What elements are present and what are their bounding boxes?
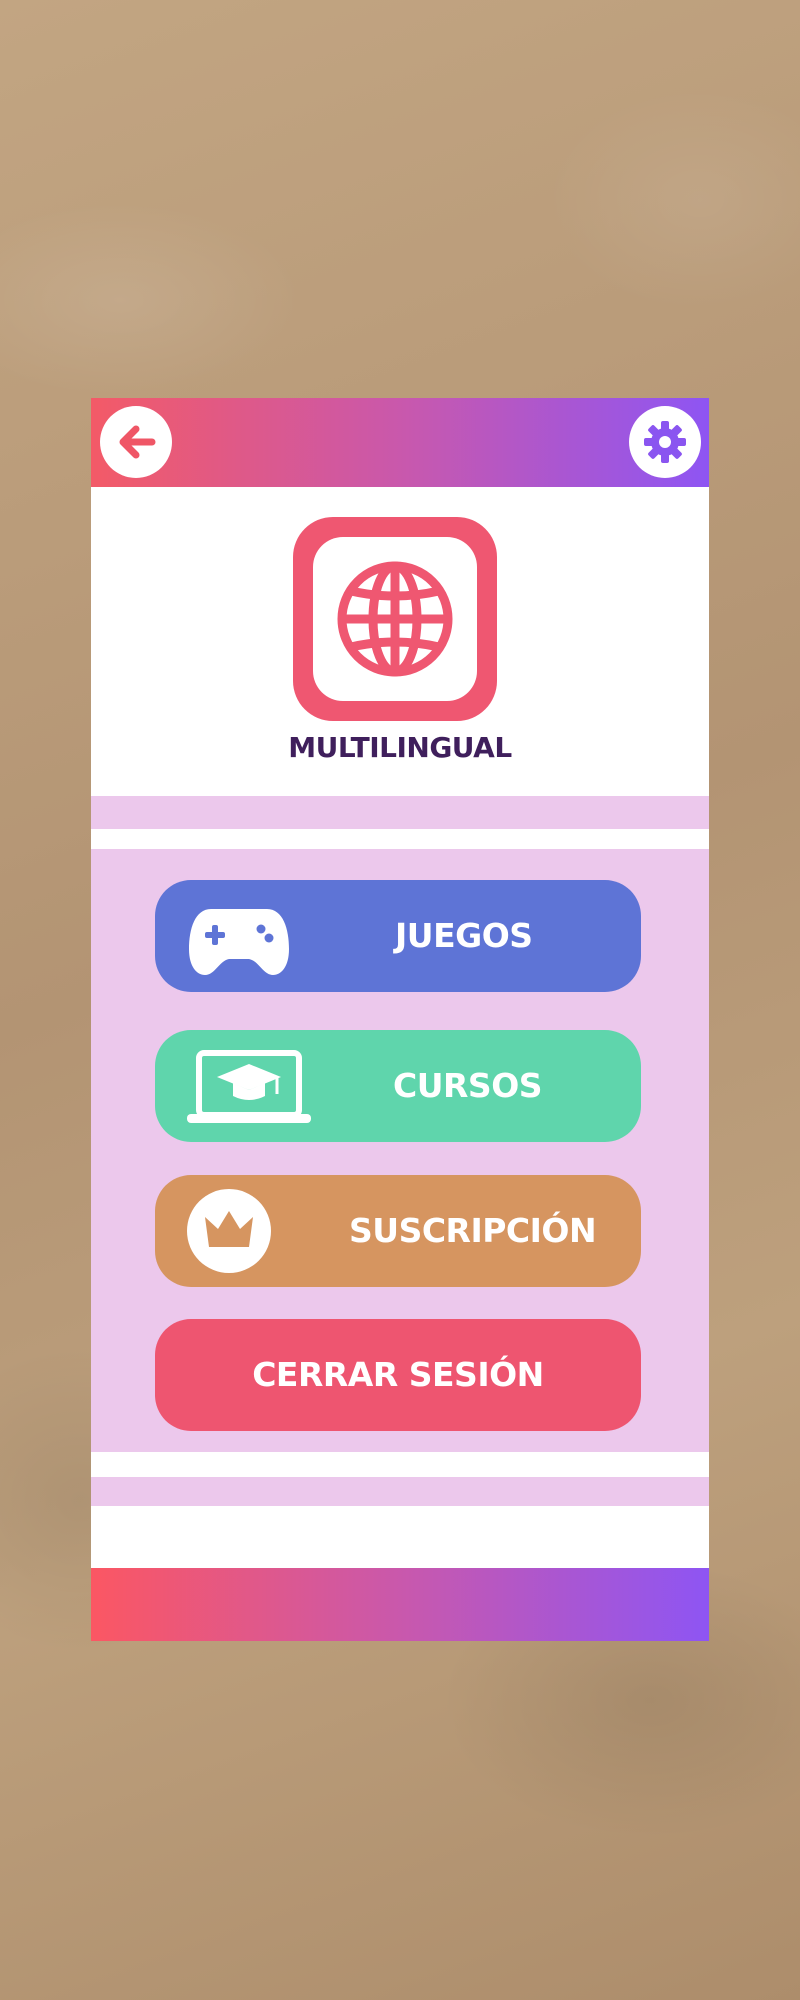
courses-button[interactable]: CURSOS [155, 1030, 641, 1142]
games-button[interactable]: JUEGOS [155, 880, 641, 992]
app-logo [293, 517, 497, 721]
crown-icon [187, 1189, 271, 1273]
back-button[interactable] [100, 406, 172, 478]
bottom-bar [91, 1568, 709, 1641]
arrow-left-icon [119, 425, 156, 459]
logout-button[interactable]: CERRAR SESIÓN [155, 1319, 641, 1431]
laptop-graduation-cap-icon [187, 1050, 311, 1123]
app-screen: MULTILINGUAL JUEGOS CURSOS SUSCRIPCIÓN C… [91, 398, 709, 1641]
subscription-button[interactable]: SUSCRIPCIÓN [155, 1175, 641, 1287]
globe-icon [337, 561, 453, 677]
subscription-button-label: SUSCRIPCIÓN [349, 1211, 597, 1250]
courses-button-label: CURSOS [393, 1066, 543, 1105]
gamepad-icon [189, 909, 289, 975]
gear-icon [644, 421, 686, 463]
logout-button-label: CERRAR SESIÓN [252, 1355, 544, 1394]
settings-button[interactable] [629, 406, 701, 478]
top-bar [91, 398, 709, 487]
games-button-label: JUEGOS [395, 916, 533, 955]
divider-band [91, 796, 709, 829]
app-title: MULTILINGUAL [288, 731, 512, 764]
app-logo-inner [313, 537, 477, 701]
divider-band [91, 1477, 709, 1506]
